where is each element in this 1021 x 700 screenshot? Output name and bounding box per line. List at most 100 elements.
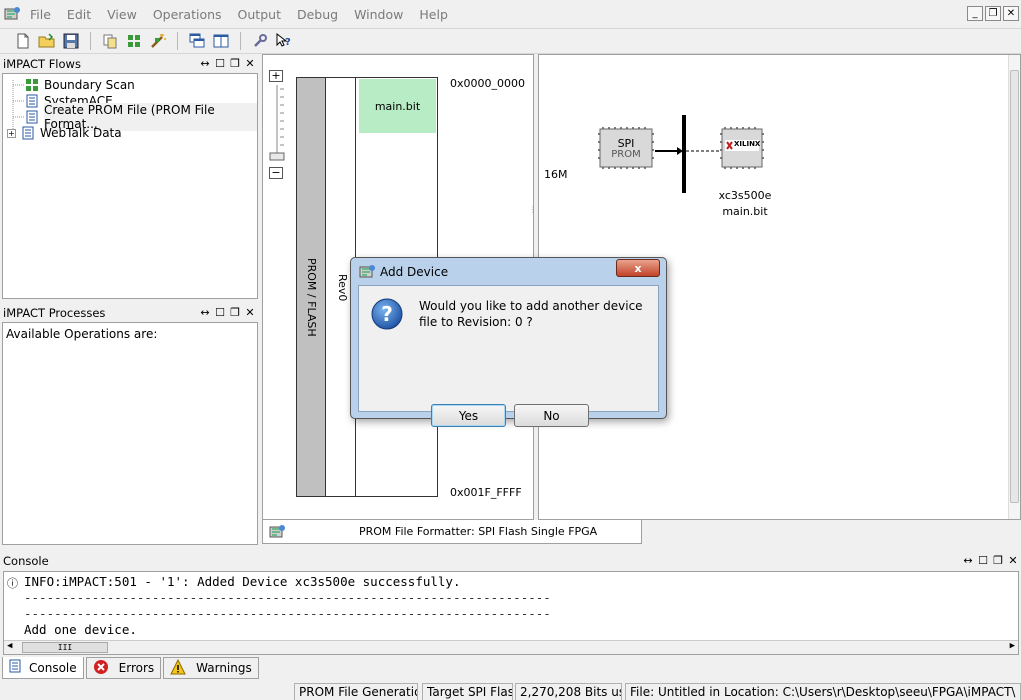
menu-file[interactable]: File [22,7,59,22]
horizontal-scrollbar[interactable]: ◀ III ▶ [4,640,1018,654]
status-mode: PROM File Generation [294,683,418,700]
bitfile-block[interactable]: main.bit [359,79,436,133]
processes-panel-header: iMPACT Processes ↔ ☐ ❐ ✕ [0,304,258,322]
toolbar-separator [240,32,241,50]
revision-label: Rev0 [336,274,349,302]
tab-console[interactable]: Console [2,657,84,679]
close-icon[interactable]: ✕ [1003,6,1019,21]
dialog-close-button[interactable]: x [616,259,660,277]
bitfile-label: main.bit [374,99,421,113]
add-device-dialog: Add Device x ? Would you like to add ano… [350,257,667,427]
chain-icon [25,78,39,92]
info-icon: ⓘ [7,577,18,590]
end-address: 0x001F_FFFF [450,486,522,499]
tree-item-label: Boundary Scan [44,78,135,92]
dialog-title: Add Device [380,264,449,279]
menu-output[interactable]: Output [230,7,289,22]
menu-edit[interactable]: Edit [59,7,99,22]
toolbar-separator [177,32,178,50]
toolbar: ? [0,28,1021,54]
new-file-icon[interactable] [12,30,34,52]
restore-icon[interactable]: ❐ [229,56,241,70]
scrollbar-thumb[interactable]: III [22,642,108,653]
tree-item-create-prom-file[interactable]: Create PROM File (PROM File Format... [25,103,257,131]
restore-icon[interactable]: ❐ [229,305,241,319]
scroll-grip: III [57,643,73,652]
maximize-icon[interactable]: ☐ [977,553,989,567]
tree-item-webtalk-data[interactable]: + WebTalk Data [7,125,122,141]
scroll-right-icon[interactable]: ▶ [1010,641,1015,651]
svg-text:?: ? [285,37,291,48]
tab-warnings[interactable]: Warnings [163,657,259,679]
tree-item-boundary-scan[interactable]: Boundary Scan [25,77,135,93]
spi-prom-chip[interactable]: SPI PROM [597,126,655,170]
scroll-left-icon[interactable]: ◀ [7,641,12,651]
mdi-window-controls: _ ❐ ✕ [967,6,1019,21]
console-line: ----------------------------------------… [24,590,551,605]
fpga-chip[interactable]: XILINX [719,126,765,170]
console-title: Console [3,554,49,568]
close-icon[interactable]: ✕ [244,305,256,319]
flows-tree: Boundary Scan SystemACE Create PROM File… [2,73,258,299]
help-cursor-icon[interactable]: ? [273,30,295,52]
dialog-app-icon [359,264,375,280]
document-tab-strip: PROM File Formatter: SPI Flash Single FP… [262,520,1021,546]
app-icon[interactable] [2,4,22,24]
menu-operations[interactable]: Operations [145,7,230,22]
toolbar-separator [90,32,91,50]
maximize-icon[interactable]: ☐ [214,56,226,70]
dialog-message: Would you like to add another device fil… [419,299,643,329]
open-folder-icon[interactable] [36,30,58,52]
tree-item-label: WebTalk Data [40,126,122,140]
status-bits-used: 2,270,208 Bits used [515,683,622,700]
console-output[interactable]: ⓘ INFO:iMPACT:501 - '1': Added Device xc… [3,571,1019,655]
copy-icon[interactable] [99,30,121,52]
vertical-scrollbar[interactable] [1008,55,1020,519]
menu-window[interactable]: Window [346,7,411,22]
prom-column: PROM / FLASH [297,78,326,496]
tab-label: Errors [118,661,155,675]
zoom-out-button[interactable]: − [269,167,283,179]
float-icon[interactable]: ↔ [199,56,211,70]
float-icon[interactable]: ↔ [962,553,974,567]
minimize-icon[interactable]: _ [967,6,983,21]
yes-button[interactable]: Yes [431,404,506,427]
scrollbar-thumb[interactable] [1010,70,1019,503]
zoom-in-button[interactable]: + [269,70,283,82]
no-button[interactable]: No [514,404,589,427]
console-line: INFO:iMPACT:501 - '1': Added Device xc3s… [24,574,461,589]
prom-column-label: PROM / FLASH [305,258,318,337]
maximize-icon[interactable]: ☐ [214,305,226,319]
restore-icon[interactable]: ❐ [985,6,1001,21]
tab-label: Console [29,660,77,675]
save-icon[interactable] [60,30,82,52]
expand-icon[interactable]: + [7,128,16,138]
start-address: 0x0000_0000 [450,77,525,90]
cascade-windows-icon[interactable] [186,30,208,52]
menu-view[interactable]: View [99,7,145,22]
tile-windows-icon[interactable] [210,30,232,52]
grid-icon[interactable] [123,30,145,52]
xilinx-logo: XILINX [734,140,761,148]
float-icon[interactable]: ↔ [199,305,211,319]
question-icon: ? [371,298,403,330]
processes-text: Available Operations are: [6,327,158,341]
splitter-grip[interactable]: ⋮ [529,205,537,229]
processes-list: Available Operations are: [2,322,258,545]
wand-icon[interactable] [147,30,169,52]
menu-debug[interactable]: Debug [289,7,346,22]
wrench-icon[interactable] [249,30,271,52]
restore-icon[interactable]: ❐ [992,553,1004,567]
console-icon [9,659,21,676]
tab-prom-file-formatter[interactable]: PROM File Formatter: SPI Flash Single FP… [262,520,642,544]
flows-panel-title: iMPACT Flows [3,57,81,71]
zoom-slider[interactable] [269,83,285,163]
error-icon [93,659,109,678]
status-file-location: File: Untitled in Location: C:\Users\r\D… [625,683,1021,700]
prom-formatter-icon [269,524,285,540]
tab-errors[interactable]: Errors [85,657,162,679]
document-icon [25,94,39,108]
menu-help[interactable]: Help [411,7,456,22]
close-icon[interactable]: ✕ [244,56,256,70]
close-icon[interactable]: ✕ [1007,553,1019,567]
